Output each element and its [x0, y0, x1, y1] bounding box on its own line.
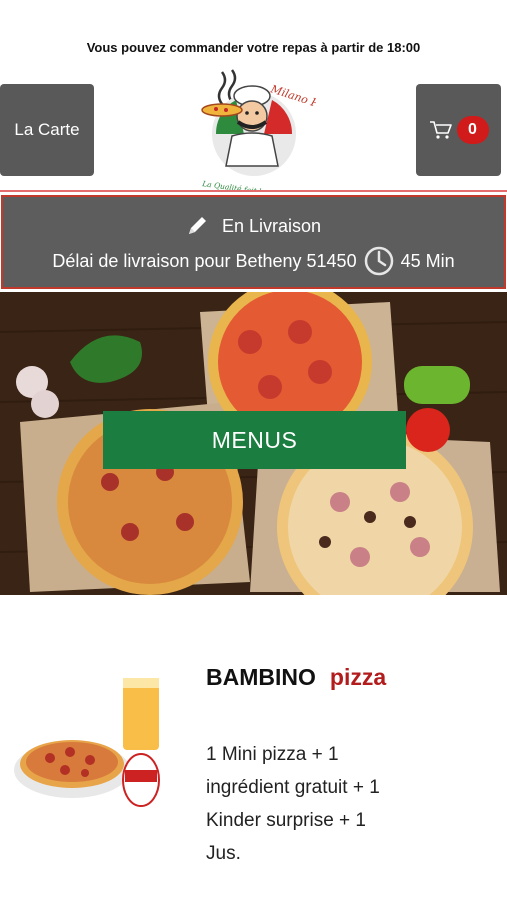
delivery-time: 45 Min: [400, 250, 455, 271]
menu-button[interactable]: La Carte: [0, 84, 94, 176]
delivery-panel[interactable]: En Livraison Délai de livraison pour Bet…: [1, 195, 506, 289]
menus-button[interactable]: MENUS: [103, 411, 406, 469]
product-card[interactable]: BAMBINO pizza 1 Mini pizza + 1 ingrédient…: [0, 650, 507, 890]
logo[interactable]: Milano Pizza La Qualité fait la différen…: [192, 64, 316, 192]
cart-button[interactable]: 0: [416, 84, 501, 176]
header-divider: [0, 190, 507, 192]
product-category: pizza: [329, 664, 387, 690]
cart-icon: [429, 121, 452, 139]
product-title: BAMBINO pizza: [206, 664, 386, 691]
clock-icon: [364, 246, 393, 276]
delivery-info: Délai de livraison pour Betheny 51450: [52, 250, 357, 271]
product-description: 1 Mini pizza + 1 ingrédient gratuit + 1 …: [206, 744, 380, 864]
product-image: [14, 678, 160, 807]
pencil-icon: [188, 217, 206, 234]
cart-count-badge: 0: [456, 116, 489, 144]
product-name: BAMBINO: [206, 664, 316, 690]
delivery-mode: En Livraison: [221, 215, 322, 236]
header: La Carte Milano Pizza La Qualité fait la…: [0, 62, 507, 192]
opening-notice: Vous pouvez commander votre repas à part…: [86, 40, 421, 55]
menu-button-label: La Carte: [14, 120, 80, 139]
